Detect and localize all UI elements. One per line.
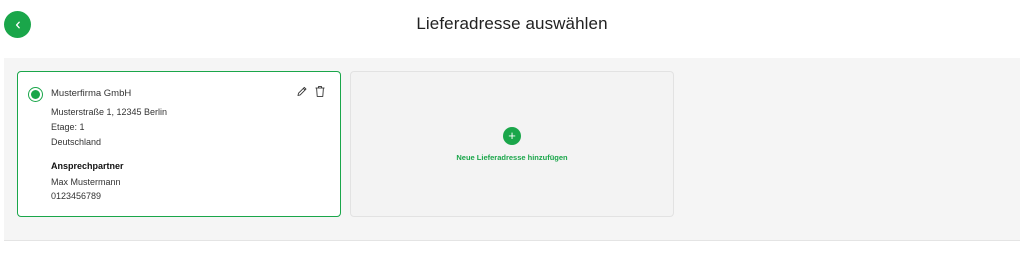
page-header: Lieferadresse auswählen: [0, 0, 1024, 52]
address-company: Musterfirma GmbH: [51, 88, 132, 99]
add-address-card[interactable]: + Neue Lieferadresse hinzufügen: [350, 71, 674, 217]
address-card-actions: [296, 85, 326, 98]
trash-icon[interactable]: [314, 85, 326, 98]
plus-icon[interactable]: +: [503, 127, 521, 145]
contact-name: Max Mustermann: [51, 177, 121, 187]
address-panel: Musterfirma GmbH Musterstraße 1, 12345 B…: [4, 58, 1020, 241]
contact-heading: Ansprechpartner: [51, 161, 124, 171]
address-floor: Etage: 1: [51, 122, 85, 132]
address-country: Deutschland: [51, 137, 102, 147]
contact-phone: 0123456789: [51, 191, 102, 201]
add-address-label[interactable]: Neue Lieferadresse hinzufügen: [351, 153, 673, 162]
page-title: Lieferadresse auswählen: [416, 14, 608, 33]
address-card[interactable]: Musterfirma GmbH Musterstraße 1, 12345 B…: [17, 71, 341, 217]
address-street: Musterstraße 1, 12345 Berlin: [51, 107, 168, 117]
address-radio-selected[interactable]: [28, 87, 43, 102]
pencil-icon[interactable]: [296, 85, 308, 98]
